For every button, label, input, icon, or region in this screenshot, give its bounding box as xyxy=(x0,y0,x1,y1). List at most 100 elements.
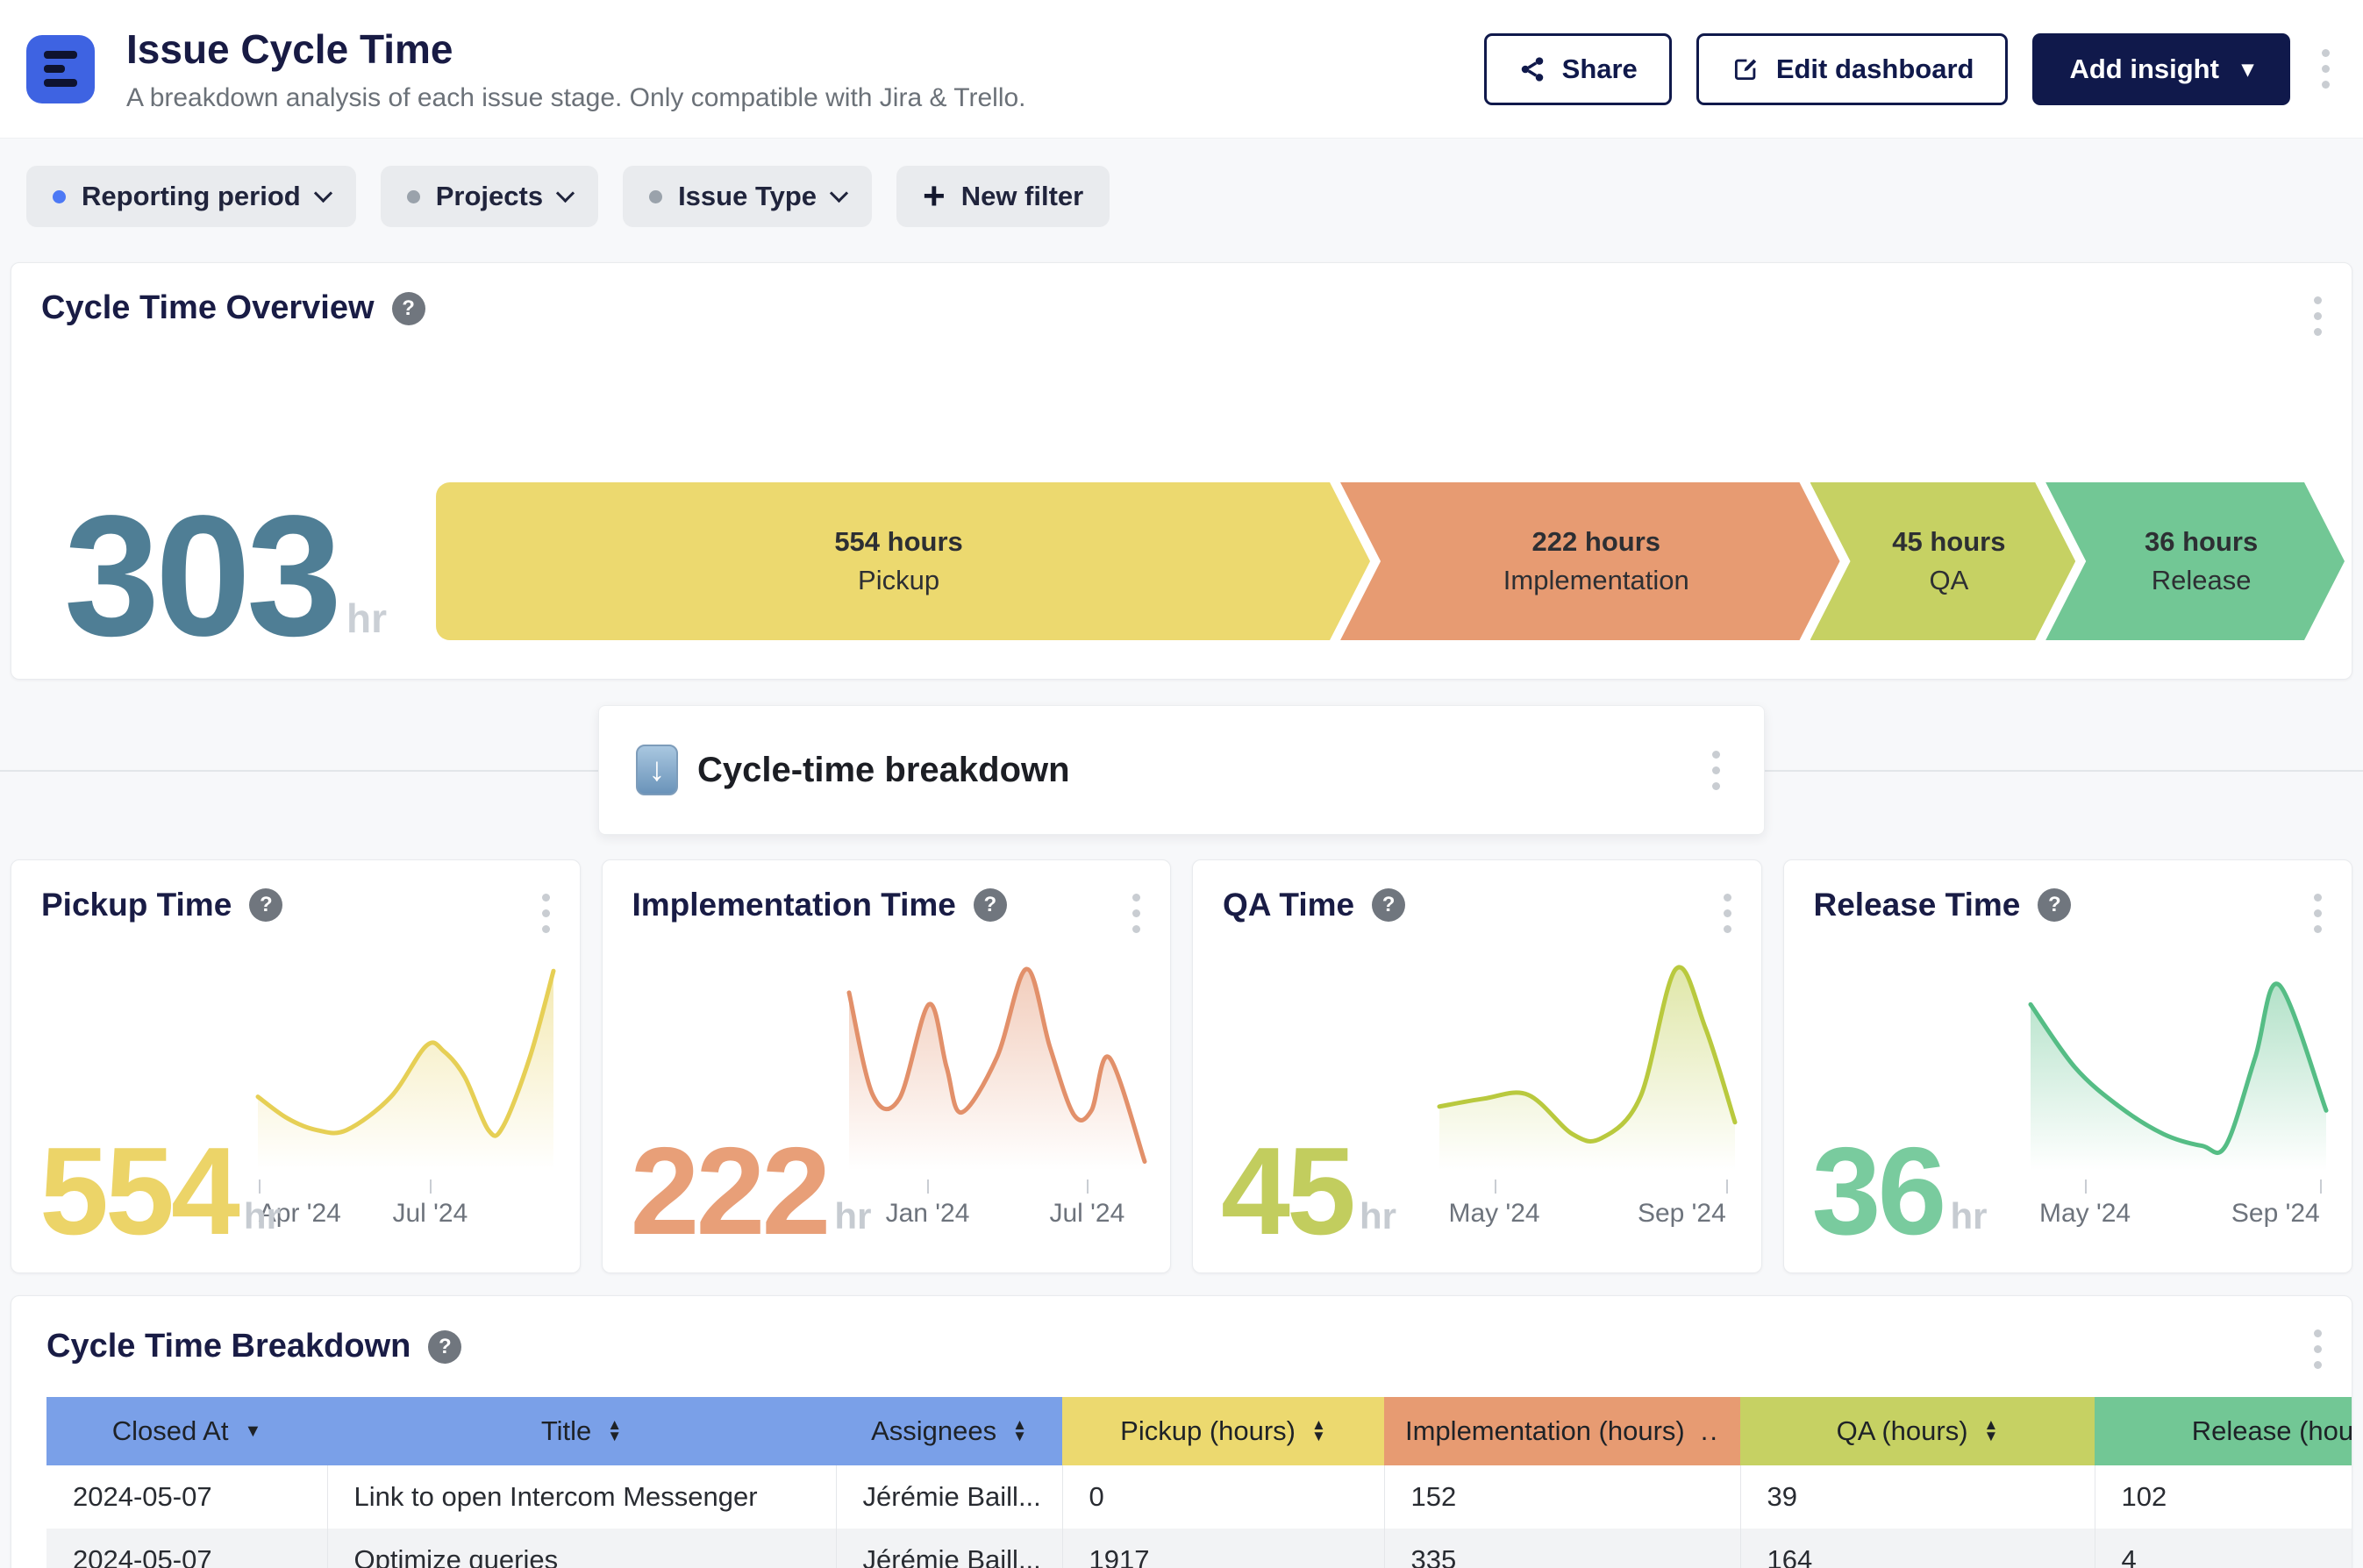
axis-tick-mark xyxy=(927,1180,929,1194)
new-filter-label: New filter xyxy=(961,181,1084,212)
x-axis: May '24Sep '24 xyxy=(2028,1180,2329,1234)
help-icon[interactable]: ? xyxy=(974,888,1007,922)
axis-tick-label: May '24 xyxy=(1448,1199,1539,1229)
help-icon[interactable]: ? xyxy=(392,292,425,325)
chevron-down-icon: ▾ xyxy=(2242,55,2253,82)
help-icon[interactable]: ? xyxy=(2038,888,2071,922)
column-header-assignees[interactable]: Assignees▲▼ xyxy=(836,1397,1062,1465)
banner-title: Cycle-time breakdown xyxy=(697,751,1070,790)
implementation-sparkline-chart xyxy=(846,962,1147,1171)
card-overflow-menu[interactable] xyxy=(2307,887,2329,940)
add-insight-label: Add insight xyxy=(2069,53,2218,85)
banner-overflow-menu[interactable] xyxy=(1705,744,1727,797)
help-icon[interactable]: ? xyxy=(1372,888,1405,922)
cell-qa: 39 xyxy=(1740,1465,2095,1529)
implementation-time-card: Implementation Time ? Jan '24Jul '24 222… xyxy=(602,859,1172,1273)
total-value: 303 xyxy=(64,511,338,642)
stat-number: 554 xyxy=(39,1145,237,1237)
stat-value: 222 hr xyxy=(631,1145,872,1237)
x-axis: May '24 Sep '24 xyxy=(1437,1180,1738,1234)
funnel-segment-pickup: 554 hours Pickup xyxy=(436,482,1370,640)
segment-name: QA xyxy=(1929,565,1968,596)
cell-title: Optimize queries xyxy=(327,1529,836,1568)
table-row[interactable]: 2024-05-07 Link to open Intercom Messeng… xyxy=(46,1465,2352,1529)
filter-issue-type[interactable]: Issue Type xyxy=(623,166,872,227)
axis-tick-mark xyxy=(1087,1180,1089,1194)
sort-icon: ▲▼ xyxy=(1012,1420,1027,1443)
header-overflow-menu[interactable] xyxy=(2315,42,2337,96)
axis-tick-mark xyxy=(1726,1180,1728,1194)
breakdown-table: Closed At▼ Title▲▼ Assignees▲▼ Pickup (h… xyxy=(46,1397,2352,1568)
help-icon[interactable]: ? xyxy=(428,1330,461,1364)
axis-tick-label: Jan '24 xyxy=(886,1199,970,1229)
card-overflow-menu[interactable] xyxy=(1125,887,1147,940)
axis-tick-mark xyxy=(2085,1180,2087,1194)
column-header-title[interactable]: Title▲▼ xyxy=(327,1397,836,1465)
column-header-pickup[interactable]: Pickup (hours)▲▼ xyxy=(1062,1397,1384,1465)
new-filter-button[interactable]: + New filter xyxy=(896,166,1110,227)
column-header-closed-at[interactable]: Closed At▼ xyxy=(46,1397,327,1465)
cell-release: 102 xyxy=(2095,1465,2352,1529)
filter-inactive-dot xyxy=(407,190,420,203)
axis-tick-label: Jul '24 xyxy=(392,1199,468,1229)
segment-hours: 36 hours xyxy=(2145,526,2258,558)
filter-projects[interactable]: Projects xyxy=(381,166,598,227)
sort-icon: .. xyxy=(1701,1415,1719,1447)
stat-number: 45 xyxy=(1221,1145,1353,1237)
pickup-sparkline-chart xyxy=(255,962,556,1171)
help-icon[interactable]: ? xyxy=(249,888,282,922)
cell-closed-at: 2024-05-07 xyxy=(46,1465,327,1529)
card-title: QA Time xyxy=(1223,887,1354,923)
stat-cards-row: Pickup Time ? Apr '24Jul '24 554 hr Impl… xyxy=(11,859,2352,1273)
segment-hours: 222 hours xyxy=(1532,526,1660,558)
menu-icon xyxy=(44,51,77,87)
edit-dashboard-button[interactable]: Edit dashboard xyxy=(1696,33,2009,105)
card-overflow-menu[interactable] xyxy=(2307,289,2329,343)
filter-label: Issue Type xyxy=(678,181,817,212)
cell-qa: 164 xyxy=(1740,1529,2095,1568)
banner-row: ↓ Cycle-time breakdown xyxy=(0,705,2363,837)
dashboard-menu-button[interactable] xyxy=(26,35,95,103)
filter-active-dot xyxy=(53,190,66,203)
axis-tick-mark xyxy=(1495,1180,1496,1194)
stat-value: 36 hr xyxy=(1812,1145,1988,1237)
table-row[interactable]: 2024-05-07 Optimize queries Jérémie Bail… xyxy=(46,1529,2352,1568)
header-titles: Issue Cycle Time A breakdown analysis of… xyxy=(126,25,1026,113)
card-overflow-menu[interactable] xyxy=(535,887,557,940)
cell-assignees: Jérémie Baill... xyxy=(836,1529,1062,1568)
page-subtitle: A breakdown analysis of each issue stage… xyxy=(126,83,1026,113)
axis-tick-label: Sep '24 xyxy=(1638,1199,1726,1229)
edit-dashboard-label: Edit dashboard xyxy=(1776,53,1974,85)
column-header-implementation[interactable]: Implementation (hours).. xyxy=(1384,1397,1740,1465)
filter-label: Reporting period xyxy=(82,181,301,212)
share-icon xyxy=(1518,55,1546,83)
chevron-down-icon xyxy=(830,183,848,202)
add-insight-button[interactable]: Add insight ▾ xyxy=(2032,33,2290,105)
cell-implementation: 335 xyxy=(1384,1529,1740,1568)
segment-hours: 554 hours xyxy=(834,526,962,558)
sort-icon: ▼ xyxy=(244,1422,261,1442)
stat-value: 45 hr xyxy=(1221,1145,1396,1237)
table-header-row: Closed At▼ Title▲▼ Assignees▲▼ Pickup (h… xyxy=(46,1397,2352,1465)
cell-implementation: 152 xyxy=(1384,1465,1740,1529)
sort-icon: ▲▼ xyxy=(1984,1420,1999,1443)
total-unit: hr xyxy=(346,595,387,642)
edit-icon xyxy=(1731,54,1760,84)
qa-time-card: QA Time ? May '24 Sep '24 45 hr xyxy=(1192,859,1762,1273)
card-overflow-menu[interactable] xyxy=(2307,1322,2329,1376)
share-button[interactable]: Share xyxy=(1484,33,1672,105)
filter-reporting-period[interactable]: Reporting period xyxy=(26,166,356,227)
cell-assignees: Jérémie Baill... xyxy=(836,1465,1062,1529)
column-header-release[interactable]: Release (hours) xyxy=(2095,1397,2352,1465)
column-header-qa[interactable]: QA (hours)▲▼ xyxy=(1740,1397,2095,1465)
chevron-down-icon xyxy=(314,183,332,202)
sort-icon: ▲▼ xyxy=(607,1420,622,1443)
stat-number: 36 xyxy=(1812,1145,1944,1237)
page-title: Issue Cycle Time xyxy=(126,25,1026,73)
x-axis: Jan '24Jul '24 xyxy=(846,1180,1147,1234)
filter-inactive-dot xyxy=(649,190,662,203)
down-arrow-emoji-icon: ↓ xyxy=(636,745,678,795)
card-overflow-menu[interactable] xyxy=(1717,887,1738,940)
funnel-segment-qa: 45 hours QA xyxy=(1810,482,2076,640)
card-title: Release Time xyxy=(1814,887,2021,923)
